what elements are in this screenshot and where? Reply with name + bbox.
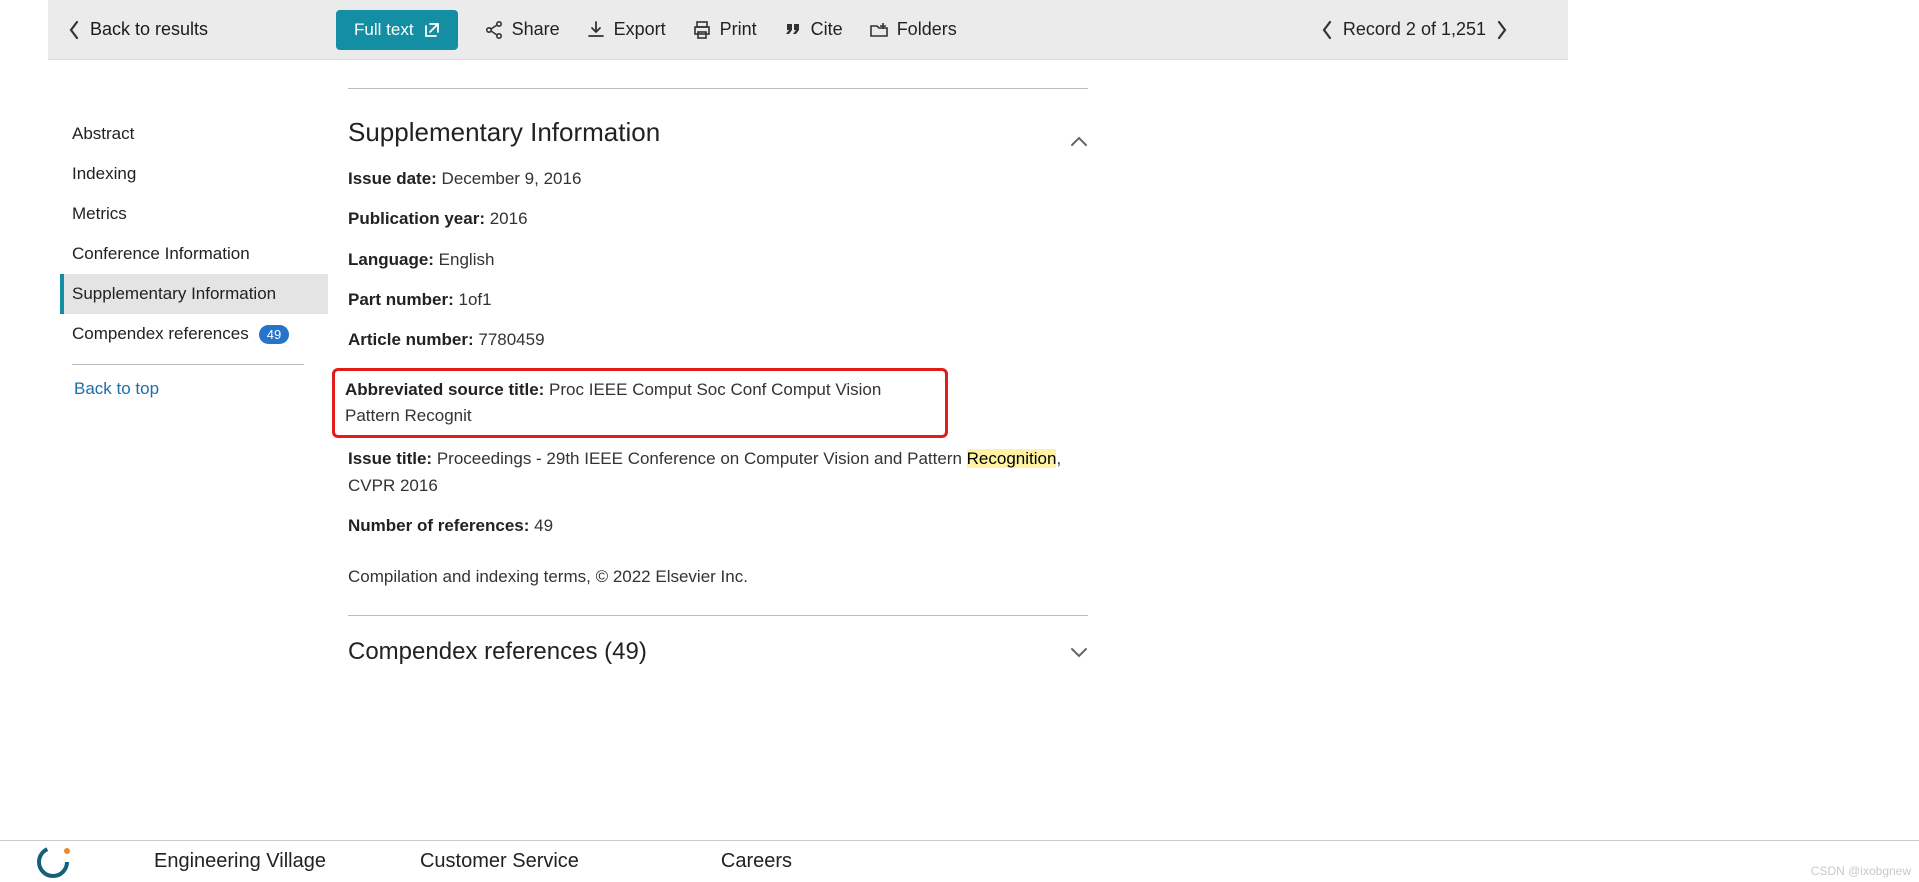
article-number-row: Article number: 7780459 bbox=[348, 327, 1088, 353]
top-toolbar: Back to results Full text Share bbox=[48, 0, 1568, 60]
nav-metrics[interactable]: Metrics bbox=[60, 194, 328, 234]
external-link-icon bbox=[424, 22, 440, 38]
publication-year-row: Publication year: 2016 bbox=[348, 206, 1088, 232]
print-label: Print bbox=[720, 19, 757, 40]
print-icon bbox=[692, 20, 712, 40]
brand-logo-icon bbox=[36, 845, 80, 879]
section-nav: Abstract Indexing Metrics Conference Inf… bbox=[48, 78, 328, 399]
action-toolbar: Full text Share Export bbox=[336, 10, 957, 50]
cite-button[interactable]: Cite bbox=[783, 19, 843, 40]
footer-careers[interactable]: Careers bbox=[721, 850, 792, 873]
full-text-button[interactable]: Full text bbox=[336, 10, 458, 50]
folders-button[interactable]: Folders bbox=[869, 19, 957, 40]
export-label: Export bbox=[614, 19, 666, 40]
num-references-row: Number of references: 49 bbox=[348, 513, 1088, 539]
footer-customer-service[interactable]: Customer Service bbox=[420, 850, 579, 873]
expand-section-button[interactable] bbox=[1070, 646, 1088, 658]
record-navigator: Record 2 of 1,251 bbox=[1321, 19, 1508, 40]
nav-compendex-references[interactable]: Compendex references 49 bbox=[60, 314, 328, 354]
next-record-button[interactable] bbox=[1496, 20, 1508, 40]
highlighted-term: Recognition bbox=[967, 449, 1057, 468]
section-top-separator bbox=[348, 88, 1088, 89]
page-footer: Engineering Village Customer Service Car… bbox=[0, 840, 1919, 882]
part-number-row: Part number: 1of1 bbox=[348, 287, 1088, 313]
watermark-text: CSDN @ixobgnew bbox=[1811, 864, 1911, 878]
main-area: Abstract Indexing Metrics Conference Inf… bbox=[48, 60, 1568, 666]
abbreviated-source-row: Abbreviated source title: Proc IEEE Comp… bbox=[345, 377, 935, 430]
nav-conference-info[interactable]: Conference Information bbox=[60, 234, 328, 274]
references-count-badge: 49 bbox=[259, 325, 289, 344]
back-to-results-link[interactable]: Back to results bbox=[60, 15, 216, 44]
abbreviated-source-highlight: Abbreviated source title: Proc IEEE Comp… bbox=[332, 368, 948, 439]
copyright-text: Compilation and indexing terms, © 2022 E… bbox=[348, 567, 1088, 587]
full-text-label: Full text bbox=[354, 20, 414, 40]
issue-date-row: Issue date: December 9, 2016 bbox=[348, 166, 1088, 192]
folder-add-icon bbox=[869, 20, 889, 40]
share-icon bbox=[484, 20, 504, 40]
back-to-top-link[interactable]: Back to top bbox=[60, 379, 328, 399]
share-label: Share bbox=[512, 19, 560, 40]
nav-abstract[interactable]: Abstract bbox=[60, 114, 328, 154]
cite-label: Cite bbox=[811, 19, 843, 40]
folders-label: Folders bbox=[897, 19, 957, 40]
issue-title-row: Issue title: Proceedings - 29th IEEE Con… bbox=[348, 446, 1088, 499]
share-button[interactable]: Share bbox=[484, 19, 560, 40]
content-panel: Supplementary Information Issue date: De… bbox=[328, 78, 1088, 666]
chevron-left-icon bbox=[68, 20, 80, 40]
nav-supplementary-info[interactable]: Supplementary Information bbox=[60, 274, 328, 314]
language-row: Language: English bbox=[348, 247, 1088, 273]
print-button[interactable]: Print bbox=[692, 19, 757, 40]
download-icon bbox=[586, 20, 606, 40]
back-label: Back to results bbox=[90, 19, 208, 40]
prev-record-button[interactable] bbox=[1321, 20, 1333, 40]
section-mid-separator bbox=[348, 615, 1088, 616]
footer-engineering-village[interactable]: Engineering Village bbox=[154, 850, 326, 873]
collapse-section-button[interactable] bbox=[1070, 136, 1088, 148]
supplementary-heading: Supplementary Information bbox=[348, 117, 660, 148]
quote-icon bbox=[783, 20, 803, 40]
sidebar-separator bbox=[72, 364, 304, 365]
nav-indexing[interactable]: Indexing bbox=[60, 154, 328, 194]
export-button[interactable]: Export bbox=[586, 19, 666, 40]
compendex-refs-heading: Compendex references (49) bbox=[348, 638, 647, 666]
record-position: Record 2 of 1,251 bbox=[1343, 19, 1486, 40]
